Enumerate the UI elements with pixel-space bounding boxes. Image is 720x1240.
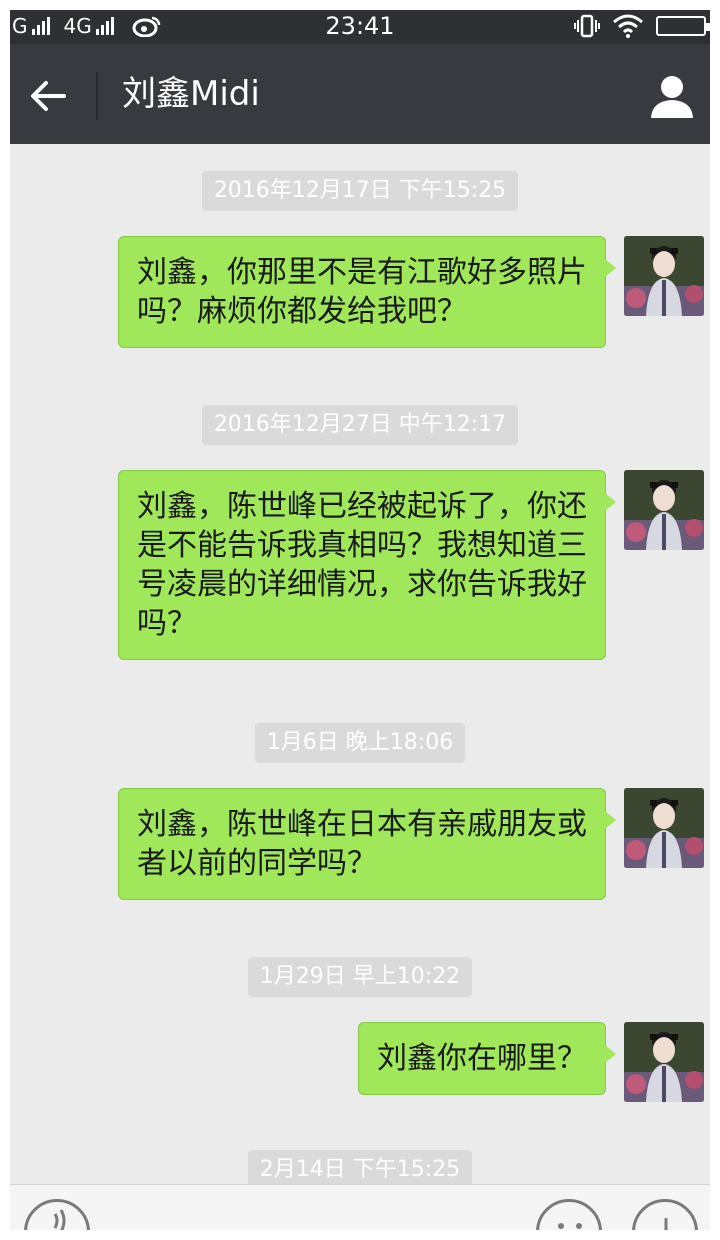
header-divider	[96, 72, 98, 120]
status-icons	[574, 14, 710, 38]
message-line: 号凌晨的详细情况，求你告诉我好	[137, 567, 587, 602]
avatar[interactable]	[624, 788, 704, 868]
voice-icon	[53, 1209, 66, 1230]
battery-icon	[656, 16, 710, 36]
avatar[interactable]	[624, 470, 704, 550]
timestamp: 2016年12月17日 下午15:25	[10, 171, 710, 211]
message-line: 是不能告诉我真相吗？我想知道三	[137, 528, 587, 563]
message-line: 刘鑫，陈世峰在日本有亲戚朋友或	[137, 807, 587, 842]
voice-button[interactable]	[24, 1199, 90, 1230]
vibrate-icon	[574, 14, 600, 38]
message-line: 吗？	[137, 606, 197, 641]
message-bubble[interactable]: 刘鑫，陈世峰在日本有亲戚朋友或 者以前的同学吗？	[118, 788, 616, 900]
timestamp: 1月29日 早上10:22	[10, 957, 710, 997]
timestamp: 1月6日 晚上18:06	[10, 723, 710, 763]
plus-icon	[664, 1218, 668, 1230]
message-row: 刘鑫，陈世峰已经被起诉了，你还 是不能告诉我真相吗？我想知道三 号凌晨的详细情况…	[118, 470, 704, 660]
status-bar: G 4G 23:41	[10, 10, 710, 44]
message-row: 刘鑫，陈世峰在日本有亲戚朋友或 者以前的同学吗？	[118, 788, 704, 900]
person-icon[interactable]	[648, 72, 696, 120]
chat-title: 刘鑫Midi	[122, 74, 260, 114]
message-bubble[interactable]: 刘鑫你在哪里？	[358, 1022, 616, 1095]
message-line: 刘鑫，你那里不是有江歌好多照片	[137, 255, 587, 290]
back-arrow-icon[interactable]	[26, 74, 70, 118]
emoji-button[interactable]	[536, 1199, 602, 1230]
input-bar	[10, 1184, 710, 1230]
chat-header: 刘鑫Midi	[10, 44, 710, 144]
more-button[interactable]	[632, 1199, 698, 1230]
avatar[interactable]	[624, 1022, 704, 1102]
message-line: 刘鑫你在哪里？	[377, 1041, 587, 1076]
message-row: 刘鑫你在哪里？	[358, 1022, 704, 1102]
emoji-icon	[558, 1223, 582, 1229]
message-list[interactable]: 2016年12月17日 下午15:25 刘鑫，你那里不是有江歌好多照片 吗？麻烦…	[10, 144, 710, 1190]
message-row: 刘鑫，你那里不是有江歌好多照片 吗？麻烦你都发给我吧？	[118, 236, 704, 348]
avatar[interactable]	[624, 236, 704, 316]
message-bubble[interactable]: 刘鑫，陈世峰已经被起诉了，你还 是不能告诉我真相吗？我想知道三 号凌晨的详细情况…	[118, 470, 616, 660]
timestamp: 2016年12月27日 中午12:17	[10, 405, 710, 445]
wifi-icon	[613, 14, 643, 38]
phone-screen: G 4G 23:41 刘鑫Midi 2016年12月17日 下午15:25 刘鑫…	[10, 10, 710, 1230]
message-line: 刘鑫，陈世峰已经被起诉了，你还	[137, 489, 587, 524]
message-line: 吗？麻烦你都发给我吧？	[137, 294, 467, 329]
message-line: 者以前的同学吗？	[137, 846, 377, 881]
message-bubble[interactable]: 刘鑫，你那里不是有江歌好多照片 吗？麻烦你都发给我吧？	[118, 236, 616, 348]
